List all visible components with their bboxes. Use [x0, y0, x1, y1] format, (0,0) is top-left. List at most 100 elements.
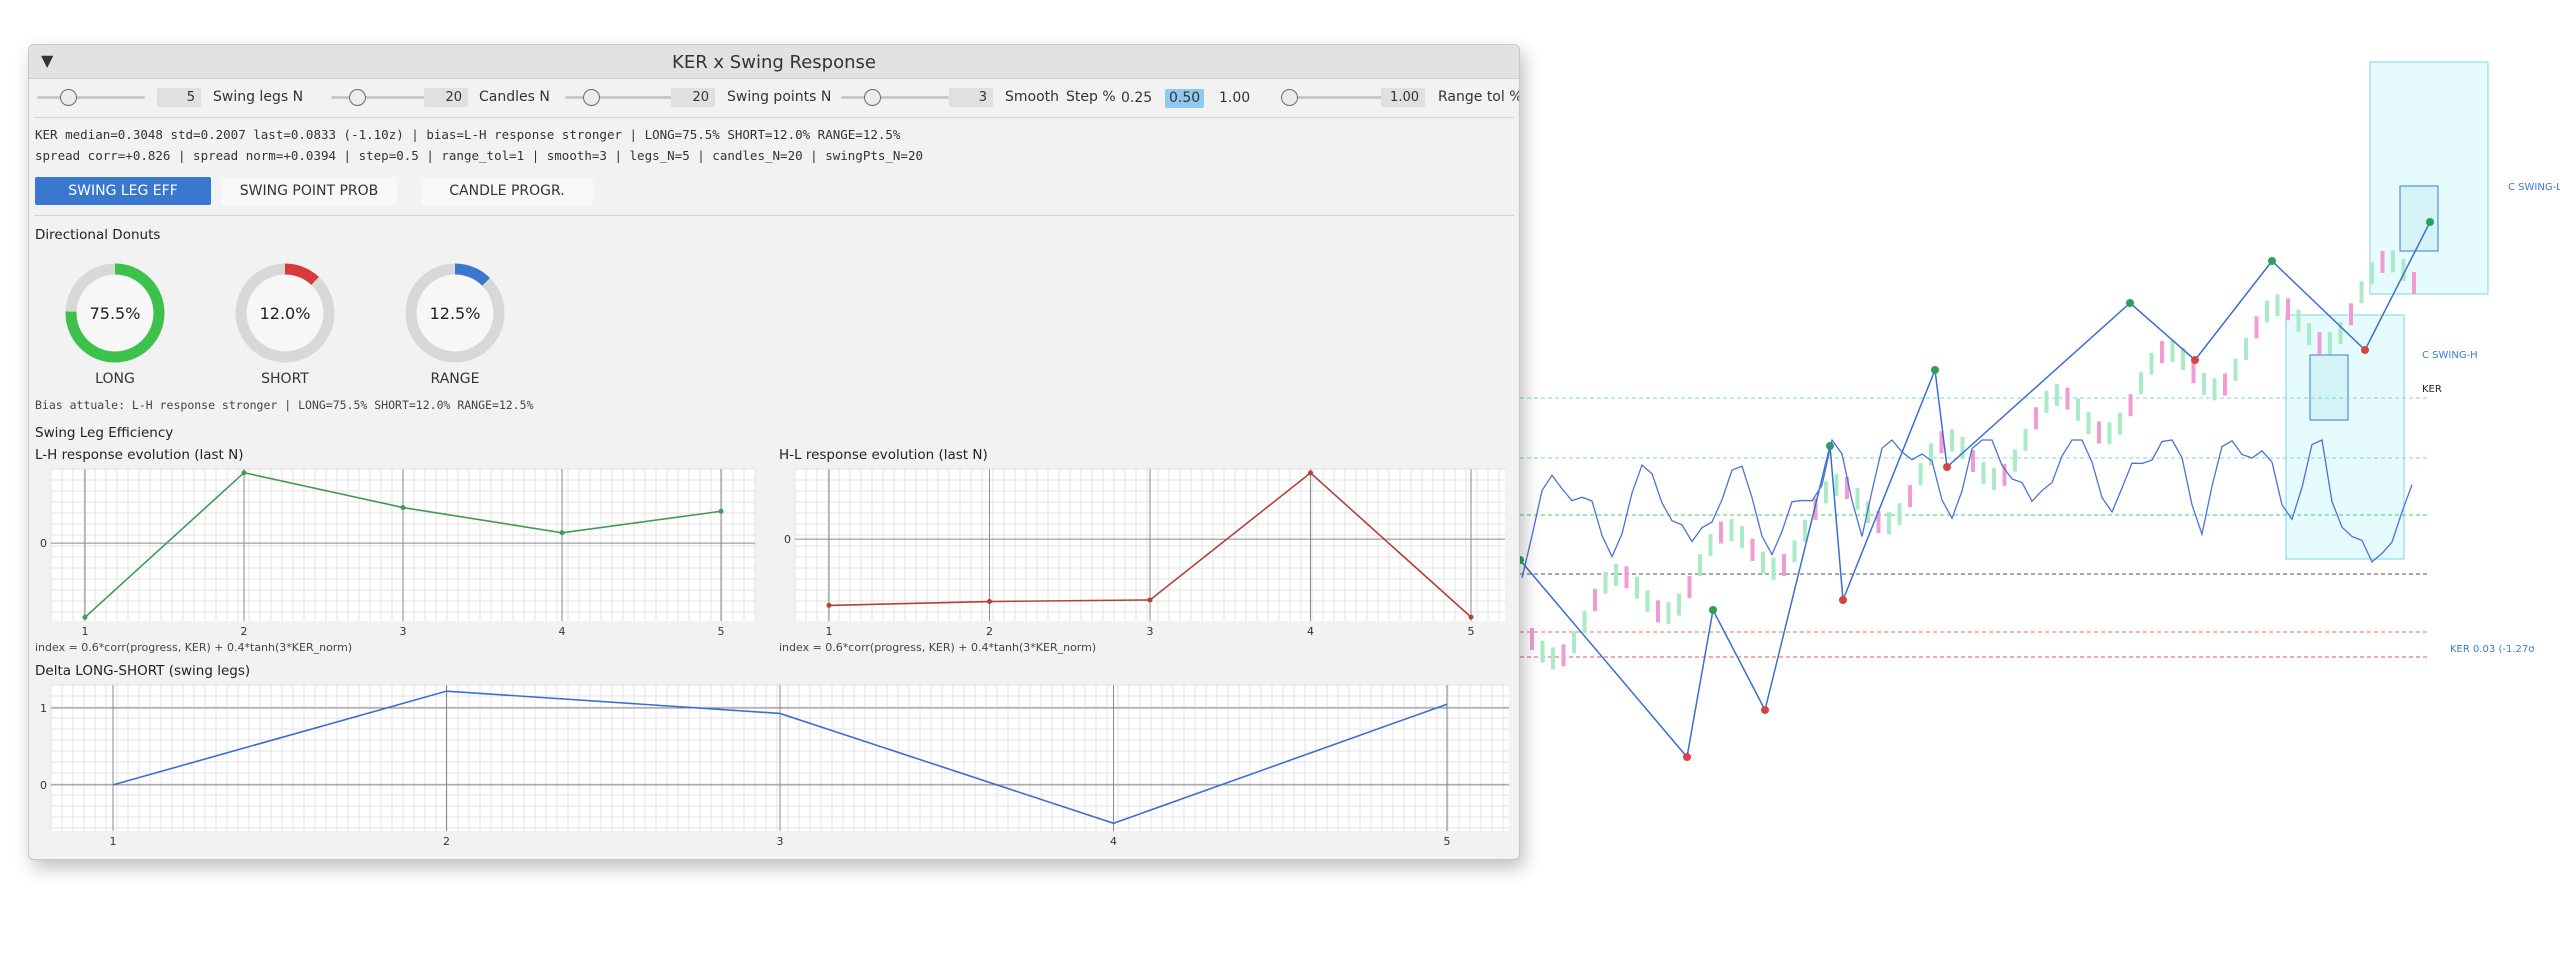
delta-long-short-chart: 1 2 3 4 5 1 0	[40, 684, 1509, 848]
hl-response-chart: 1 2 3 4 5 0	[784, 468, 1505, 638]
slider-knob[interactable]	[863, 89, 881, 106]
zone-box	[2369, 61, 2489, 295]
donut-long-label: LONG	[95, 371, 135, 387]
donut-value-long: 75.5%	[90, 304, 141, 323]
controls-row: 5 Swing legs N 20 Candles N 20 Swing poi…	[29, 83, 1519, 111]
slider-knob[interactable]	[1281, 89, 1298, 106]
swing-point	[2268, 257, 2276, 265]
swing-point	[2191, 356, 2199, 364]
candle	[2202, 373, 2206, 396]
candle	[2055, 384, 2059, 407]
data-point	[987, 599, 992, 605]
candle	[2076, 398, 2080, 421]
data-point	[400, 505, 406, 511]
step-option-025[interactable]: 0.25	[1117, 89, 1156, 108]
swing-points-value[interactable]: 20	[671, 88, 715, 107]
candle	[2286, 298, 2290, 321]
smooth-slider[interactable]	[841, 89, 949, 106]
candle	[1908, 485, 1912, 508]
candle	[2170, 339, 2175, 362]
candle	[1729, 518, 1734, 541]
candles-value[interactable]: 20	[424, 88, 468, 107]
step-option-050[interactable]: 0.50	[1165, 89, 1205, 108]
donut-range-label: RANGE	[430, 371, 480, 387]
tab-candle-progr[interactable]: CANDLE PROGR.	[421, 177, 593, 205]
zone-box	[2309, 354, 2349, 421]
candle	[1635, 576, 1639, 599]
candle	[1803, 519, 1807, 542]
bias-status-text: Bias attuale: L-H response stronger | LO…	[35, 398, 534, 412]
donut-value-range: 12.5%	[430, 304, 481, 323]
candle	[1771, 557, 1776, 580]
smooth-value[interactable]: 3	[949, 88, 993, 107]
candle	[2097, 421, 2101, 444]
candle	[2139, 372, 2143, 395]
candle	[1782, 554, 1786, 577]
candle	[1698, 554, 1702, 577]
y-tick-label: 0	[784, 533, 791, 546]
data-point	[1308, 470, 1313, 476]
step-option-100[interactable]: 1.00	[1215, 89, 1254, 108]
candle	[2359, 281, 2364, 304]
candle	[2044, 390, 2049, 413]
candle	[2317, 332, 2322, 355]
slider-knob[interactable]	[59, 89, 77, 106]
candle	[1950, 429, 1954, 452]
panel-title: KER x Swing Response	[672, 52, 876, 73]
candle	[2307, 323, 2311, 346]
y-tick-label: 1	[40, 702, 47, 715]
swing-point	[1709, 606, 1717, 614]
swing-legs-value[interactable]: 5	[157, 88, 201, 107]
zone-box	[2285, 314, 2405, 560]
swing-legs-slider[interactable]	[37, 89, 145, 106]
divider	[34, 215, 1514, 216]
candle	[1551, 647, 1555, 670]
delta-chart-title: Delta LONG-SHORT (swing legs)	[35, 663, 251, 679]
panel-titlebar[interactable]: ▼ KER x Swing Response	[29, 45, 1519, 79]
candle	[2212, 378, 2217, 401]
candle	[2128, 394, 2133, 417]
candle	[1582, 610, 1587, 633]
x-tick-label: 3	[777, 835, 784, 848]
slider-knob[interactable]	[583, 89, 601, 106]
candle	[1708, 534, 1713, 557]
slider-knob[interactable]	[349, 89, 367, 106]
y-tick-label: 0	[40, 537, 47, 550]
candle	[2275, 294, 2280, 317]
candle	[1624, 566, 1629, 589]
candle	[1530, 628, 1534, 650]
hl-chart-title: H-L response evolution (last N)	[779, 447, 988, 463]
data-point	[82, 614, 88, 620]
candle	[1561, 644, 1566, 667]
tab-swing-point-prob[interactable]: SWING POINT PROB	[221, 177, 397, 205]
candle	[2034, 407, 2038, 430]
data-point	[1147, 597, 1153, 603]
swing-legs-label: Swing legs N	[213, 89, 304, 105]
x-tick-label: 2	[241, 625, 248, 638]
swing-points-slider[interactable]	[565, 89, 673, 106]
candle	[2149, 352, 2154, 375]
candle	[2391, 250, 2395, 273]
candle	[2296, 309, 2301, 332]
lh-response-chart: 1 2 3 4 5 0	[40, 468, 756, 638]
x-tick-label: 2	[986, 625, 993, 638]
swing-point	[2126, 299, 2134, 307]
candle	[2023, 428, 2028, 451]
swing-point	[1839, 596, 1847, 604]
candle	[2191, 361, 2196, 384]
swing-point	[1761, 706, 1769, 714]
candle	[1792, 540, 1797, 563]
range-tol-label: Range tol %	[1438, 89, 1520, 105]
candle	[2233, 358, 2238, 381]
candle	[1687, 576, 1692, 599]
candle	[1824, 481, 1828, 504]
tab-swing-leg-eff[interactable]: SWING LEG EFF	[35, 177, 211, 205]
x-tick-label: 5	[1468, 625, 1475, 638]
swing-point	[1683, 753, 1691, 761]
swing-points-label: Swing points N	[727, 89, 832, 105]
range-tol-value[interactable]: 1.00	[1381, 88, 1425, 107]
candle	[1960, 437, 1965, 460]
x-tick-label: 5	[718, 625, 725, 638]
candles-slider[interactable]	[331, 89, 439, 106]
candle	[1677, 593, 1681, 616]
